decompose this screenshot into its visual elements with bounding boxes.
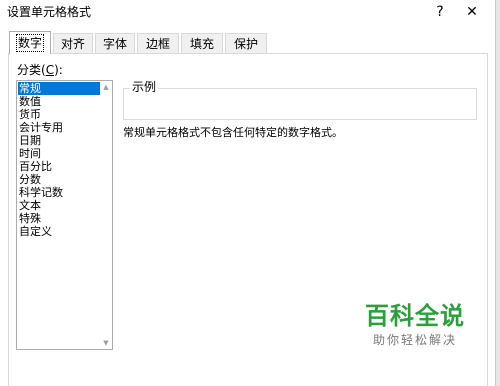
category-item-fraction[interactable]: 分数	[18, 173, 101, 186]
category-label: 分类(C):	[17, 62, 63, 78]
watermark-title: 百科全说	[365, 302, 465, 330]
title-bar: 设置单元格格式 ? ✕	[0, 0, 496, 24]
tab-label: 边框	[145, 37, 170, 51]
category-item-time[interactable]: 时间	[18, 147, 101, 160]
tab-label: 字体	[102, 37, 127, 51]
tab-font[interactable]: 字体	[95, 33, 135, 53]
watermark: 百科全说 助你轻松解决	[340, 300, 490, 348]
category-item-currency[interactable]: 货币	[18, 108, 101, 121]
category-item-scientific[interactable]: 科学记数	[18, 186, 101, 199]
category-item-date[interactable]: 日期	[18, 134, 101, 147]
tab-border[interactable]: 边框	[137, 33, 179, 53]
category-label-accel: C	[45, 63, 55, 77]
close-button[interactable]: ✕	[458, 0, 486, 24]
scroll-up-icon[interactable]: ▲	[100, 81, 112, 93]
tab-label: 填充	[189, 37, 214, 51]
dialog-title: 设置单元格格式	[7, 5, 92, 19]
category-item-percentage[interactable]: 百分比	[18, 160, 101, 173]
category-scrollbar[interactable]: ▲ ▼	[100, 81, 112, 349]
category-item-special[interactable]: 特殊	[18, 212, 101, 225]
sample-label: 示例	[130, 80, 159, 94]
category-label-prefix: 分类(	[17, 63, 46, 77]
help-button[interactable]: ?	[428, 0, 452, 24]
format-description: 常规单元格格式不包含任何特定的数字格式。	[123, 126, 343, 139]
tab-label: 数字	[15, 34, 45, 52]
category-item-text[interactable]: 文本	[18, 199, 101, 212]
tab-label: 对齐	[60, 37, 85, 51]
tab-alignment[interactable]: 对齐	[53, 33, 93, 53]
background-strip	[496, 0, 500, 386]
category-label-suffix: ):	[54, 63, 63, 77]
category-item-custom[interactable]: 自定义	[18, 225, 101, 238]
category-item-number[interactable]: 数值	[18, 95, 101, 108]
sample-groupbox	[123, 88, 477, 120]
format-cells-dialog: 设置单元格格式 ? ✕ 数字 对齐 字体 边框 填充 保护 分类(C): 常规 …	[0, 0, 496, 386]
scroll-down-icon[interactable]: ▼	[100, 337, 112, 349]
tab-number[interactable]: 数字	[9, 31, 51, 54]
watermark-subtitle: 助你轻松解决	[372, 333, 457, 347]
category-item-accounting[interactable]: 会计专用	[18, 121, 101, 134]
tab-protection[interactable]: 保护	[225, 33, 267, 53]
category-listbox[interactable]: 常规 数值 货币 会计专用 日期 时间 百分比 分数 科学记数 文本 特殊 自定…	[16, 80, 113, 350]
tab-label: 保护	[233, 37, 258, 51]
tab-fill[interactable]: 填充	[181, 33, 223, 53]
category-item-general[interactable]: 常规	[18, 82, 101, 95]
